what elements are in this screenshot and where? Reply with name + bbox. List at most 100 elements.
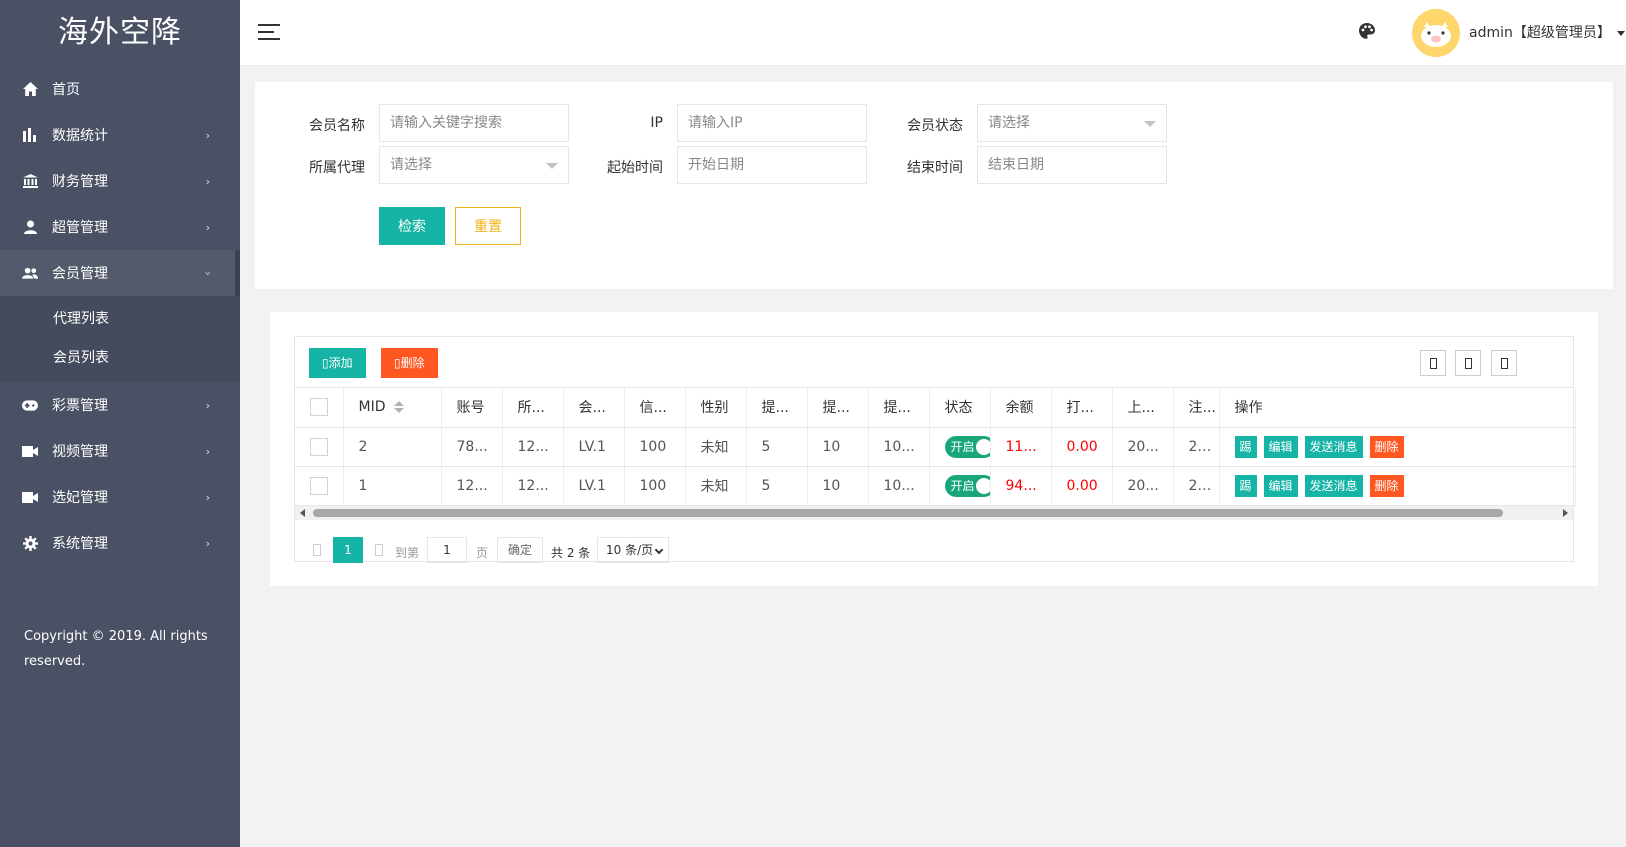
add-label: 添加: [328, 356, 353, 370]
chevron-down-icon: [654, 545, 664, 554]
ip-input[interactable]: 请输入IP: [677, 104, 867, 142]
goto-confirm-button[interactable]: 确定: [497, 536, 543, 563]
sidebar-subitem-members[interactable]: 会员列表: [0, 339, 240, 378]
status-placeholder: 请选择: [988, 115, 1030, 131]
cell-withdraw-2: 10: [807, 466, 869, 506]
home-icon: [22, 81, 38, 97]
columns-filter-icon[interactable]: [1420, 350, 1446, 376]
sidebar-item-finance[interactable]: 财务管理 ›: [0, 158, 240, 204]
print-icon[interactable]: [1491, 350, 1517, 376]
scroll-right-icon[interactable]: [1563, 508, 1568, 517]
cell-gender: 未知: [685, 427, 747, 467]
sidebar-item-lottery[interactable]: 彩票管理 ›: [0, 382, 240, 428]
cell-bet: 0.00: [1051, 427, 1113, 467]
sort-icon[interactable]: [393, 401, 404, 414]
page-size-select[interactable]: 10 条/页: [597, 536, 669, 563]
start-date-input[interactable]: 开始日期: [677, 146, 867, 184]
page-label: 页: [476, 545, 489, 560]
col-actions: 操作: [1219, 388, 1576, 428]
next-page-icon[interactable]: [375, 543, 383, 556]
sidebar-item-label: 会员管理: [52, 266, 108, 282]
select-all-checkbox[interactable]: [310, 398, 328, 417]
cell-credit: 100: [624, 466, 686, 506]
dropdown-icon: [546, 163, 558, 169]
caret-down-icon: [1616, 30, 1625, 36]
kick-button[interactable]: 踢: [1234, 474, 1257, 497]
cell-gender: 未知: [685, 466, 747, 506]
kick-button[interactable]: 踢: [1234, 435, 1257, 458]
status-toggle[interactable]: 开启: [944, 474, 989, 497]
col-withdraw-2: 提...: [807, 388, 869, 428]
chevron-down-icon: ›: [201, 270, 215, 276]
chevron-right-icon: ›: [205, 174, 210, 188]
start-date-placeholder: 开始日期: [688, 157, 744, 173]
cell-withdraw-2: 10: [807, 427, 869, 467]
end-date-input[interactable]: 结束日期: [977, 146, 1167, 184]
cell-actions: 踢编辑 发送消息 删除: [1219, 427, 1576, 467]
delete-button[interactable]: 删除: [1369, 435, 1404, 458]
sidebar-item-select[interactable]: 选妃管理 ›: [0, 474, 240, 520]
member-name-input[interactable]: 请输入关键字搜索: [379, 104, 569, 142]
add-button[interactable]: ▯添加: [309, 348, 366, 378]
delete-icon: ▯: [394, 356, 401, 370]
col-last: 上...: [1112, 388, 1174, 428]
col-account: 账号: [441, 388, 503, 428]
prev-page-icon[interactable]: [313, 543, 321, 556]
send-message-button[interactable]: 发送消息: [1304, 435, 1363, 458]
status-select[interactable]: 请选择: [977, 104, 1167, 142]
cell-account: 78...: [441, 427, 503, 467]
row-select-cell: [295, 466, 344, 506]
row-checkbox[interactable]: [310, 437, 328, 456]
batch-delete-button[interactable]: ▯删除: [381, 348, 438, 378]
user-menu[interactable]: admin【超级管理员】: [1469, 22, 1625, 42]
horizontal-scrollbar[interactable]: [295, 505, 1573, 520]
goto-label: 到第: [395, 545, 420, 560]
menu-icon[interactable]: [258, 24, 280, 42]
reset-button[interactable]: 重置: [455, 207, 521, 245]
cell-status: 开启: [929, 427, 991, 467]
pagination: 1 到第 1 页 确定 共 2 条 10 条/页: [295, 520, 1573, 578]
sidebar-item-home[interactable]: 首页: [0, 66, 240, 112]
sidebar-item-video[interactable]: 视频管理 ›: [0, 428, 240, 474]
palette-icon[interactable]: [1358, 22, 1376, 44]
cell-last: 20...: [1112, 466, 1174, 506]
sidebar-item-super-admin[interactable]: 超管管理 ›: [0, 204, 240, 250]
cell-withdraw-3: 10...: [868, 427, 930, 467]
row-checkbox[interactable]: [310, 476, 328, 495]
cell-last: 20...: [1112, 427, 1174, 467]
sidebar-item-members[interactable]: 会员管理 ›: [0, 250, 240, 296]
sidebar-item-stats[interactable]: 数据统计 ›: [0, 112, 240, 158]
scrollbar-thumb[interactable]: [313, 508, 1503, 517]
user-icon: [22, 219, 38, 235]
col-withdraw-3: 提...: [868, 388, 930, 428]
avatar[interactable]: [1412, 9, 1460, 57]
col-bet: 打...: [1051, 388, 1113, 428]
table-box: ▯添加 ▯删除 MID 账号 所... 会... 信... 性别 提... 提.…: [294, 336, 1576, 563]
bar-chart-icon: [22, 127, 38, 143]
send-message-button[interactable]: 发送消息: [1304, 474, 1363, 497]
sidebar-item-system[interactable]: 系统管理 ›: [0, 520, 240, 566]
export-icon[interactable]: [1455, 350, 1481, 376]
users-icon: [22, 265, 38, 281]
scroll-left-icon[interactable]: [300, 508, 305, 517]
cell-level: LV.1: [563, 466, 625, 506]
edit-button[interactable]: 编辑: [1263, 474, 1298, 497]
delete-button[interactable]: 删除: [1369, 474, 1404, 497]
search-button[interactable]: 检索: [379, 207, 445, 245]
agent-select[interactable]: 请选择: [379, 146, 569, 184]
table-row: 1 12... 12... LV.1 100 未知 5 10 10... 开启 …: [295, 466, 1576, 506]
app-logo: 海外空降: [58, 15, 182, 50]
cell-register: 20...: [1173, 466, 1220, 506]
sidebar-subitem-agents[interactable]: 代理列表: [0, 300, 240, 339]
agent-placeholder: 请选择: [390, 157, 432, 173]
col-mid[interactable]: MID: [343, 388, 442, 428]
goto-page-input[interactable]: 1: [427, 536, 467, 563]
status-toggle[interactable]: 开启: [944, 435, 989, 458]
page-1-button[interactable]: 1: [333, 536, 363, 563]
edit-button[interactable]: 编辑: [1263, 435, 1298, 458]
cell-agent: 12...: [502, 427, 564, 467]
col-register: 注...: [1173, 388, 1220, 428]
chevron-right-icon: ›: [205, 398, 210, 412]
chevron-right-icon: ›: [205, 220, 210, 234]
gear-icon: [22, 535, 38, 551]
